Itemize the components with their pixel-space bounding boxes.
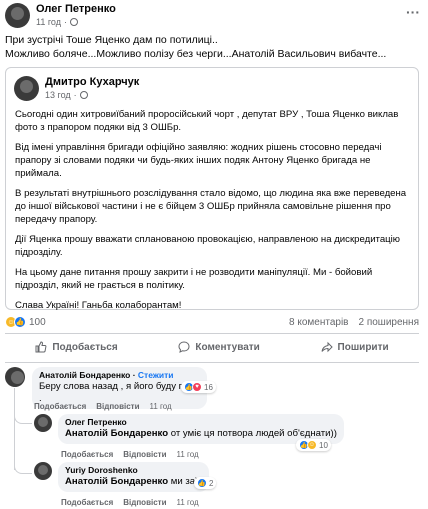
comment-reply-link[interactable]: Відповісти [123,450,166,459]
like-reaction-icon: 👍 [14,316,26,328]
reply-comment: Yuriy Doroshenko Анатолій Бондаренко ми … [34,462,209,492]
post-header: Олег Петренко 11 год · [5,3,423,31]
follow-link[interactable]: Стежити [138,370,174,380]
love-reaction-icon: ♥ [192,382,202,392]
comment-count[interactable]: 8 коментарів [289,317,348,328]
commenter-avatar[interactable] [34,462,52,480]
shared-post-time[interactable]: 13 год [45,89,71,101]
comment-bubble: Yuriy Doroshenko Анатолій Бондаренко ми … [58,462,209,492]
shared-post-header: Дмитро Кухарчук 13 год · [14,76,139,101]
shared-paragraph: На цьому дане питання прошу закрити і не… [15,267,373,291]
comment-time[interactable]: 11 год [150,402,172,411]
comment-like-link[interactable]: Подобається [61,450,113,459]
like-reaction-icon: 👍 [197,478,207,488]
thumbs-up-icon [35,341,47,353]
post-text-line: При зустрічі Тоше Яценко дам по потилиці… [5,34,218,46]
comment-like-link[interactable]: Подобається [61,498,113,507]
comment-reactions[interactable]: 👍 ☺ 10 [296,439,331,451]
comment-button[interactable]: Коментувати [178,341,260,353]
shared-paragraph: В результаті внутрішнього розслідування … [15,188,407,225]
thread-elbow [14,460,32,474]
comment-reaction-count: 16 [204,382,213,392]
comment-reply-link[interactable]: Відповісти [123,498,166,507]
shared-paragraph: Від імені управління бригади офіційно за… [15,142,382,179]
post-author[interactable]: Олег Петренко [36,3,116,16]
post-header-text: Олег Петренко 11 год · [36,3,116,28]
comment-actions: Подобається Відповісти 11 год [61,498,199,507]
comment-mention[interactable]: Анатолій Бондаренко [65,476,168,487]
action-bar: Подобається Коментувати Поширити [5,336,419,358]
post-text: При зустрічі Тоше Яценко дам по потилиці… [5,33,423,61]
shared-paragraph: Дії Яценка прошу вважати спланованою про… [15,234,401,258]
shared-author-avatar[interactable] [14,76,39,101]
commenter-avatar[interactable] [34,414,52,432]
post-meta: 11 год · [36,16,116,28]
comment-reaction-count: 2 [209,478,214,488]
share-count[interactable]: 2 поширення [358,317,419,328]
comment-like-link[interactable]: Подобається [34,402,86,411]
comment-author[interactable]: Анатолій Бондаренко [39,370,130,380]
reaction-summary[interactable]: ☺ 👍 100 [5,316,46,328]
comment-reply-link[interactable]: Відповісти [96,402,139,411]
shared-paragraph: Слава Україні! Ганьба колаборантам! [15,300,182,311]
comment-reactions[interactable]: 👍 2 [194,477,217,489]
reaction-count: 100 [29,316,46,328]
divider [5,362,419,363]
globe-icon [79,91,88,99]
share-button[interactable]: Поширити [321,341,389,353]
globe-icon [70,18,78,26]
shared-post[interactable]: Дмитро Кухарчук 13 год · Сьогодні один х… [5,67,419,311]
comment-reaction-count: 10 [319,440,328,450]
like-button[interactable]: Подобається [35,341,118,353]
comment-actions: Подобається Відповісти 11 год [34,402,172,411]
share-icon [321,341,333,353]
comment-icon [178,341,190,353]
shared-post-meta: 13 год · [45,89,139,101]
comment-mention[interactable]: Анатолій Бондаренко [65,428,168,439]
comment-actions: Подобається Відповісти 11 год [61,450,199,459]
post-text-line: Можливо боляче...Можливо полізу без черг… [5,48,387,60]
post-stats: ☺ 👍 100 8 коментарів 2 поширення [5,314,419,330]
care-reaction-icon: ☺ [307,440,317,450]
comment-button-label: Коментувати [195,341,260,353]
shared-paragraph: Сьогодні один хитровиїбаний проросійськи… [15,109,399,133]
comment-author[interactable]: Yuriy Doroshenko [65,465,202,476]
commenter-avatar[interactable] [5,367,25,387]
thread-elbow [14,410,32,424]
share-button-label: Поширити [337,341,389,353]
comment-time[interactable]: 11 год [177,498,199,507]
comment-text: от уміє ця потвора людей об'єднати)) [168,428,337,439]
divider [5,333,419,334]
author-avatar[interactable] [5,3,30,28]
shared-post-author[interactable]: Дмитро Кухарчук [45,76,139,89]
comment-time[interactable]: 11 год [177,450,199,459]
comment-reactions[interactable]: 👍 ♥ 16 [181,381,216,393]
shared-post-body: Сьогодні один хитровиїбаний проросійськи… [15,108,410,319]
comment-author[interactable]: Олег Петренко [65,417,337,428]
like-button-label: Подобається [52,341,118,353]
post-time[interactable]: 11 год [36,16,61,28]
more-dots-icon[interactable]: ··· [406,4,420,20]
